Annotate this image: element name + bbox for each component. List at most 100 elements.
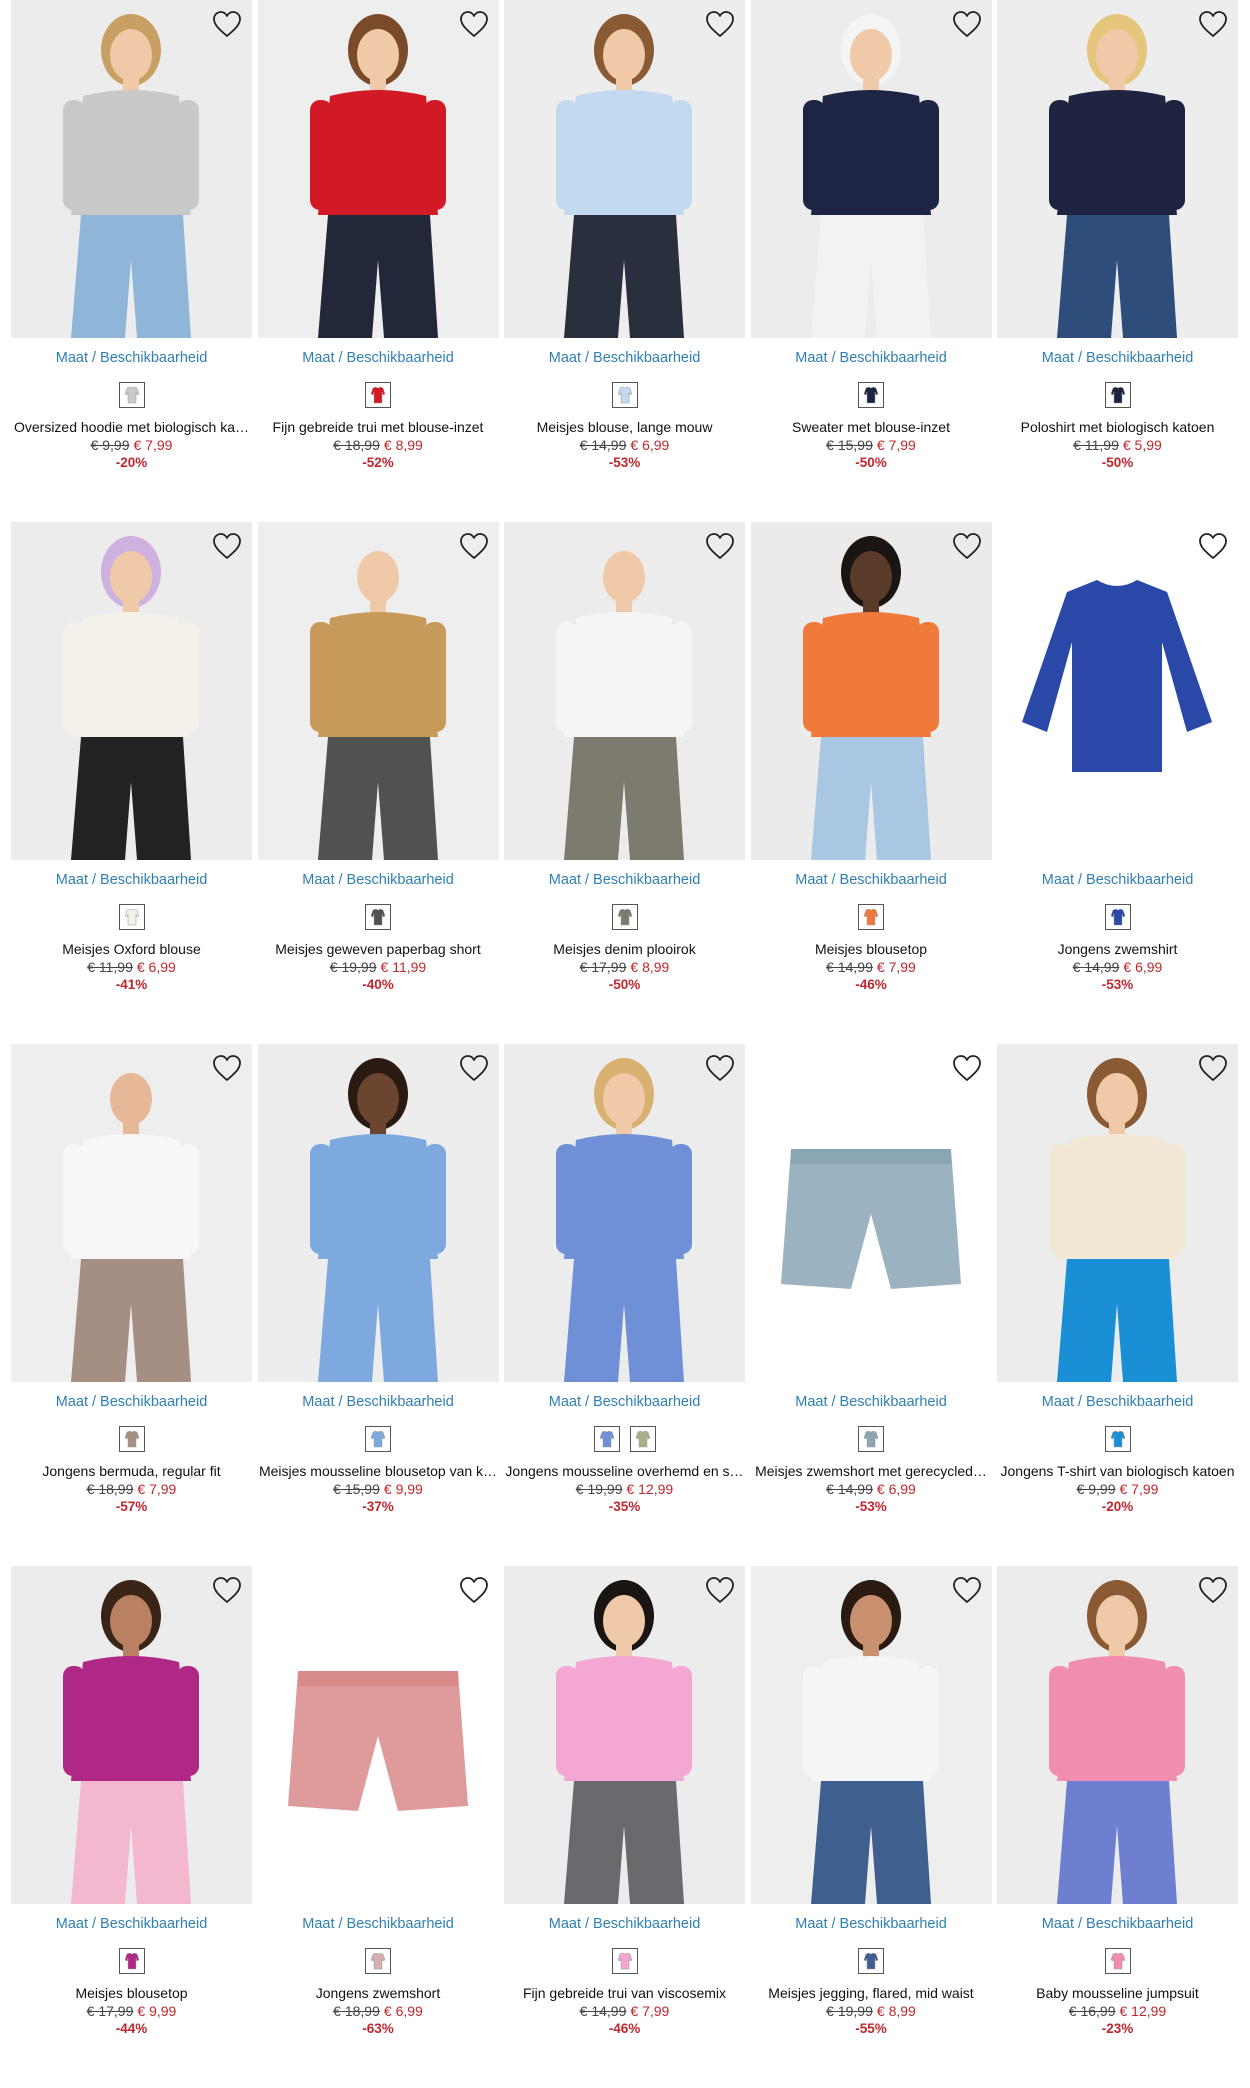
product-name[interactable]: Meisjes mousseline blousetop van k… [258,1463,499,1479]
size-availability-link[interactable]: Maat / Beschikbaarheid [751,350,992,366]
product-image[interactable] [750,1044,992,1382]
wishlist-heart-icon[interactable] [705,1054,735,1082]
wishlist-heart-icon[interactable] [1198,10,1228,38]
wishlist-heart-icon[interactable] [459,1576,489,1604]
product-card[interactable]: Maat / Beschikbaarheid Poloshirt met biol… [997,0,1238,522]
product-image[interactable] [504,1566,745,1904]
wishlist-heart-icon[interactable] [459,10,489,38]
product-name[interactable]: Meisjes denim plooirok [504,941,745,957]
wishlist-heart-icon[interactable] [459,532,489,560]
wishlist-heart-icon[interactable] [459,1054,489,1082]
product-name[interactable]: Poloshirt met biologisch katoen [997,419,1238,435]
wishlist-heart-icon[interactable] [212,1576,242,1604]
color-swatch[interactable] [1104,904,1131,930]
product-card[interactable]: Maat / Beschikbaarheid Meisjes blousetop €… [750,522,992,1044]
product-image[interactable] [257,522,499,860]
wishlist-heart-icon[interactable] [705,10,735,38]
product-name[interactable]: Jongens bermuda, regular fit [11,1463,252,1479]
color-swatch[interactable] [611,382,638,408]
product-image[interactable] [504,1044,745,1382]
product-card[interactable]: Maat / Beschikbaarheid Oversized hoodie m… [11,0,252,522]
product-image[interactable] [750,1566,992,1904]
product-card[interactable]: Maat / Beschikbaarheid Meisjes zwemshort … [750,1044,992,1566]
product-image[interactable] [504,0,745,338]
color-swatch[interactable] [629,1426,656,1452]
product-name[interactable]: Jongens zwemshirt [997,941,1238,957]
product-card[interactable]: Maat / Beschikbaarheid Meisjes blouse, la… [504,0,745,522]
product-image[interactable] [257,0,499,338]
size-availability-link[interactable]: Maat / Beschikbaarheid [258,1394,499,1410]
product-card[interactable]: Maat / Beschikbaarheid Baby mousseline ju… [997,1566,1238,2088]
product-card[interactable]: Maat / Beschikbaarheid Sweater met blouse… [750,0,992,522]
product-name[interactable]: Fijn gebreide trui met blouse-inzet [258,419,499,435]
product-image[interactable] [750,522,992,860]
wishlist-heart-icon[interactable] [705,1576,735,1604]
product-name[interactable]: Meisjes geweven paperbag short [258,941,499,957]
size-availability-link[interactable]: Maat / Beschikbaarheid [997,350,1238,366]
color-swatch[interactable] [858,1426,884,1452]
color-swatch[interactable] [365,382,391,408]
wishlist-heart-icon[interactable] [1198,1576,1228,1604]
size-availability-link[interactable]: Maat / Beschikbaarheid [751,1394,992,1410]
product-image[interactable] [257,1566,499,1904]
wishlist-heart-icon[interactable] [212,532,242,560]
product-card[interactable]: Maat / Beschikbaarheid Meisjes mousseline… [257,1044,499,1566]
size-availability-link[interactable]: Maat / Beschikbaarheid [258,350,499,366]
color-swatch[interactable] [611,1948,638,1974]
product-card[interactable]: Maat / Beschikbaarheid Meisjes denim ploo… [504,522,745,1044]
wishlist-heart-icon[interactable] [952,10,982,38]
product-name[interactable]: Jongens T-shirt van biologisch katoen [997,1463,1238,1479]
color-swatch[interactable] [593,1426,620,1452]
product-card[interactable]: Maat / Beschikbaarheid Jongens mousseline… [504,1044,745,1566]
size-availability-link[interactable]: Maat / Beschikbaarheid [11,1916,252,1932]
color-swatch[interactable] [118,1948,145,1974]
product-image[interactable] [750,0,992,338]
wishlist-heart-icon[interactable] [705,532,735,560]
product-image[interactable] [997,0,1238,338]
product-name[interactable]: Oversized hoodie met biologisch ka… [11,419,252,435]
product-card[interactable]: Maat / Beschikbaarheid Jongens T-shirt va… [997,1044,1238,1566]
product-image[interactable] [11,0,252,338]
wishlist-heart-icon[interactable] [1198,1054,1228,1082]
size-availability-link[interactable]: Maat / Beschikbaarheid [258,1916,499,1932]
product-name[interactable]: Jongens mousseline overhemd en s… [504,1463,745,1479]
product-name[interactable]: Baby mousseline jumpsuit [997,1985,1238,2001]
color-swatch[interactable] [858,904,884,930]
size-availability-link[interactable]: Maat / Beschikbaarheid [11,350,252,366]
product-image[interactable] [504,522,745,860]
size-availability-link[interactable]: Maat / Beschikbaarheid [504,350,745,366]
size-availability-link[interactable]: Maat / Beschikbaarheid [258,872,499,888]
product-image[interactable] [997,1566,1238,1904]
color-swatch[interactable] [365,1948,391,1974]
product-card[interactable]: Maat / Beschikbaarheid Jongens bermuda, r… [11,1044,252,1566]
product-card[interactable]: Maat / Beschikbaarheid Meisjes blousetop €… [11,1566,252,2088]
product-image[interactable] [11,522,252,860]
color-swatch[interactable] [365,904,391,930]
color-swatch[interactable] [611,904,638,930]
wishlist-heart-icon[interactable] [212,1054,242,1082]
size-availability-link[interactable]: Maat / Beschikbaarheid [751,1916,992,1932]
product-name[interactable]: Meisjes blouse, lange mouw [504,419,745,435]
color-swatch[interactable] [365,1426,391,1452]
product-card[interactable]: Maat / Beschikbaarheid Jongens zwemshort €… [257,1566,499,2088]
product-name[interactable]: Fijn gebreide trui van viscosemix [504,1985,745,2001]
product-name[interactable]: Sweater met blouse-inzet [751,419,992,435]
product-name[interactable]: Meisjes blousetop [751,941,992,957]
product-card[interactable]: Maat / Beschikbaarheid Meisjes Oxford blo… [11,522,252,1044]
wishlist-heart-icon[interactable] [1198,532,1228,560]
product-name[interactable]: Meisjes Oxford blouse [11,941,252,957]
product-image[interactable] [997,522,1238,860]
color-swatch[interactable] [1104,1948,1131,1974]
size-availability-link[interactable]: Maat / Beschikbaarheid [11,1394,252,1410]
wishlist-heart-icon[interactable] [952,1576,982,1604]
product-image[interactable] [11,1566,252,1904]
color-swatch[interactable] [858,382,884,408]
product-card[interactable]: Maat / Beschikbaarheid Jongens zwemshirt €… [997,522,1238,1044]
product-card[interactable]: Maat / Beschikbaarheid Meisjes jegging, f… [750,1566,992,2088]
wishlist-heart-icon[interactable] [212,10,242,38]
size-availability-link[interactable]: Maat / Beschikbaarheid [11,872,252,888]
color-swatch[interactable] [118,382,145,408]
size-availability-link[interactable]: Maat / Beschikbaarheid [504,1916,745,1932]
product-image[interactable] [257,1044,499,1382]
size-availability-link[interactable]: Maat / Beschikbaarheid [997,1916,1238,1932]
